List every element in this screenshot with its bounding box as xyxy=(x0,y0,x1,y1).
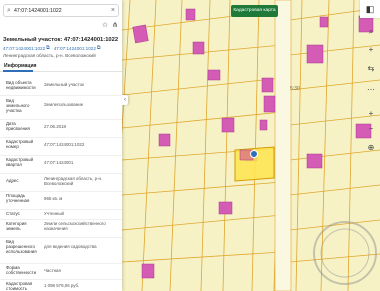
table-row: Кадастровая стоимость 1 098 579,06 руб. xyxy=(0,279,122,291)
page-title: Земельный участок: 47:07:1424001:1022 xyxy=(3,37,119,43)
copy-icon: ⧉ xyxy=(46,45,50,51)
table-row: Вид разрешенного использования для ведени… xyxy=(0,237,122,264)
table-row: Вид земельного участка Землепользование xyxy=(0,95,122,120)
search-map-icon[interactable]: ⌕ xyxy=(364,26,378,38)
table-row: Адрес Ленинградская область, р-н. Всеволо… xyxy=(0,173,122,192)
quarter-link[interactable]: 47:07:1424001:1022 ⧉ xyxy=(54,45,101,51)
star-icon[interactable]: ☆ xyxy=(102,21,108,29)
zoom-plus-button[interactable]: + xyxy=(364,108,378,120)
search-input[interactable] xyxy=(14,7,104,14)
copy-icon: ⧉ xyxy=(96,45,101,51)
table-row: Кадастровый номер 47:07:1424001:1022 xyxy=(0,137,122,156)
location-marker-icon xyxy=(250,150,258,158)
info-panel: ⌕ × ☆ ⋔ Земельный участок: 47:07:1424001… xyxy=(0,0,122,291)
table-row: Вид объекта недвижимости Земельный участо… xyxy=(0,75,122,96)
table-row: Форма собственности Частная xyxy=(0,263,122,280)
object-subtitle: Ленинградская область, р-н. Всеволожский xyxy=(3,53,96,58)
locate-icon[interactable]: ⊕ xyxy=(364,142,378,154)
map-canvas[interactable]: 5:30 xyxy=(122,0,380,291)
zoom-in-icon[interactable]: + xyxy=(364,44,378,56)
toggle-icon[interactable]: ⇆ xyxy=(364,63,378,75)
share-icon[interactable]: ⋔ xyxy=(112,21,118,29)
map-number-label: 5:30 xyxy=(290,86,300,92)
table-row: Площадь уточненная 965 кв. м xyxy=(0,191,122,210)
cadastral-number-link[interactable]: 47:07:1424001:1022 ⧉ xyxy=(3,45,50,51)
zoom-minus-button[interactable]: − xyxy=(364,123,378,135)
table-row: Категория земель Земли сельскохозяйственн… xyxy=(0,219,122,238)
search-icon[interactable]: ⌕ xyxy=(4,7,14,15)
cadastral-map-button[interactable]: Кадастровая карта xyxy=(231,5,278,17)
cadastral-links: 47:07:1424001:1022 ⧉ 47:07:1424001:1022 ⧉ xyxy=(3,45,100,51)
tab-info[interactable]: Информация xyxy=(4,63,36,69)
ruler-icon[interactable]: ⋯ xyxy=(364,84,378,96)
active-tab-indicator xyxy=(3,70,33,72)
tab-bar: Информация xyxy=(0,61,122,72)
search-bar: ⌕ × xyxy=(3,4,119,17)
table-row: Кадастровый квартал 47:07:1424001 xyxy=(0,155,122,174)
layers-button[interactable]: ◧ xyxy=(360,0,380,18)
close-icon[interactable]: × xyxy=(111,7,115,14)
collapse-panel-button[interactable]: ‹ xyxy=(122,95,128,105)
panel-actions: ☆ ⋔ xyxy=(102,21,118,29)
table-row: Дата присвоения 27.06.2018 xyxy=(0,119,122,138)
layers-icon: ◧ xyxy=(365,4,375,14)
watermark-logo-icon xyxy=(313,221,377,285)
chevron-left-icon: ‹ xyxy=(124,97,126,103)
